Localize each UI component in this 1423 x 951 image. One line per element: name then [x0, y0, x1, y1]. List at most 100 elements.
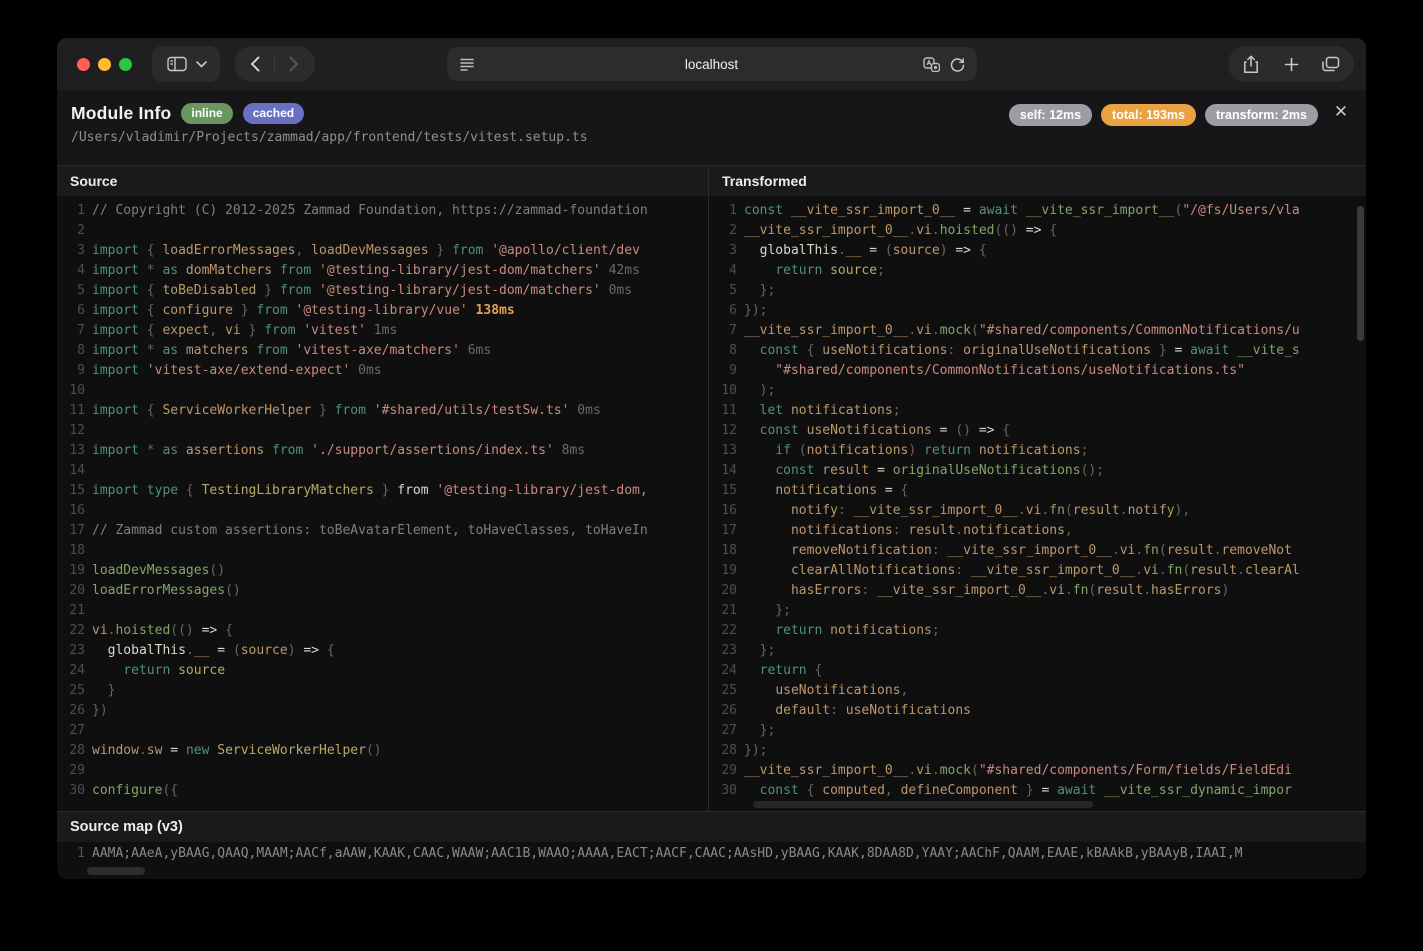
code-line: 6import { configure } from '@testing-lib…	[57, 301, 708, 321]
line-number: 17	[57, 521, 85, 541]
traffic-lights	[77, 58, 132, 71]
tab-overview-icon[interactable]	[1316, 49, 1346, 79]
line-number: 1	[57, 201, 85, 221]
horizontal-scrollbar[interactable]	[753, 801, 1093, 808]
nav-button-group	[234, 46, 315, 82]
code-line: 16	[57, 501, 708, 521]
code-line: 20loadErrorMessages()	[57, 581, 708, 601]
code-line: 26})	[57, 701, 708, 721]
line-number: 3	[709, 241, 737, 261]
code-line: 23 };	[709, 641, 1366, 661]
close-window-button[interactable]	[77, 58, 90, 71]
new-tab-icon[interactable]	[1276, 49, 1306, 79]
code-line: 26 default: useNotifications	[709, 701, 1366, 721]
inline-badge: inline	[181, 103, 232, 124]
line-number: 6	[57, 301, 85, 321]
line-number: 27	[57, 721, 85, 741]
self-time-badge: self: 12ms	[1009, 104, 1092, 126]
line-number: 8	[709, 341, 737, 361]
code-line: 8 const { useNotifications: originalUseN…	[709, 341, 1366, 361]
line-number: 19	[709, 561, 737, 581]
code-line: 17// Zammad custom assertions: toBeAvata…	[57, 521, 708, 541]
line-number: 24	[709, 661, 737, 681]
line-number: 18	[709, 541, 737, 561]
line-number: 10	[709, 381, 737, 401]
line-number: 23	[57, 641, 85, 661]
code-line: 27 };	[709, 721, 1366, 741]
line-number: 23	[709, 641, 737, 661]
code-line: 30configure({	[57, 781, 708, 801]
line-number: 29	[57, 761, 85, 781]
transformed-panel: Transformed 1const __vite_ssr_import_0__…	[709, 166, 1366, 811]
chevron-down-icon[interactable]	[192, 49, 210, 79]
line-number: 10	[57, 381, 85, 401]
window-actions-group	[1228, 46, 1354, 82]
line-number: 21	[57, 601, 85, 621]
code-line: 28window.sw = new ServiceWorkerHelper()	[57, 741, 708, 761]
module-info-header: Module Info inline cached self: 12ms tot…	[57, 90, 1366, 165]
close-icon[interactable]: ✕	[1331, 102, 1351, 122]
line-number: 2	[709, 221, 737, 241]
line-number: 17	[709, 521, 737, 541]
code-line: 23 globalThis.__ = (source) => {	[57, 641, 708, 661]
transform-time-badge: transform: 2ms	[1205, 104, 1318, 126]
code-line: 25 }	[57, 681, 708, 701]
code-line: 12 const useNotifications = () => {	[709, 421, 1366, 441]
code-line: 14 const result = originalUseNotificatio…	[709, 461, 1366, 481]
code-line: 6});	[709, 301, 1366, 321]
code-line: 1// Copyright (C) 2012-2025 Zammad Found…	[57, 201, 708, 221]
code-line: 5 };	[709, 281, 1366, 301]
code-line: 17 notifications: result.notifications,	[709, 521, 1366, 541]
code-line: 19 clearAllNotifications: __vite_ssr_imp…	[709, 561, 1366, 581]
sourcemap-mappings: AAMA;AAeA,yBAAG,QAAQ,MAAM;AACf,aAAW,KAAK…	[92, 846, 1243, 861]
code-line: 13 if (notifications) return notificatio…	[709, 441, 1366, 461]
code-line: 24 return {	[709, 661, 1366, 681]
code-line: 1const __vite_ssr_import_0__ = await __v…	[709, 201, 1366, 221]
code-line: 14	[57, 461, 708, 481]
code-line: 16 notify: __vite_ssr_import_0__.vi.fn(r…	[709, 501, 1366, 521]
source-code[interactable]: 1// Copyright (C) 2012-2025 Zammad Found…	[57, 196, 708, 811]
code-line: 20 hasErrors: __vite_ssr_import_0__.vi.f…	[709, 581, 1366, 601]
code-line: 18	[57, 541, 708, 561]
sourcemap-section: Source map (v3) 1 AAMA;AAeA,yBAAG,QAAQ,M…	[57, 811, 1366, 879]
line-number: 12	[57, 421, 85, 441]
code-line: 3 globalThis.__ = (source) => {	[709, 241, 1366, 261]
forward-button[interactable]	[279, 49, 309, 79]
zoom-window-button[interactable]	[119, 58, 132, 71]
sourcemap-horizontal-scrollbar[interactable]	[87, 867, 145, 875]
nav-separator	[274, 54, 275, 74]
sourcemap-line: 1 AAMA;AAeA,yBAAG,QAAQ,MAAM;AACf,aAAW,KA…	[57, 842, 1366, 864]
line-number: 1	[709, 201, 737, 221]
code-line: 9 "#shared/components/CommonNotification…	[709, 361, 1366, 381]
line-number: 22	[57, 621, 85, 641]
share-icon[interactable]	[1236, 49, 1266, 79]
code-panels: Source 1// Copyright (C) 2012-2025 Zamma…	[57, 165, 1366, 811]
sourcemap-title: Source map (v3)	[57, 812, 1366, 842]
sidebar-icon[interactable]	[162, 49, 192, 79]
sidebar-button-group	[152, 46, 220, 82]
code-line: 11 let notifications;	[709, 401, 1366, 421]
line-number: 9	[709, 361, 737, 381]
code-line: 11import { ServiceWorkerHelper } from '#…	[57, 401, 708, 421]
line-number: 30	[57, 781, 85, 801]
line-number: 28	[709, 741, 737, 761]
extensions-icon[interactable]	[923, 57, 940, 72]
code-line: 10 );	[709, 381, 1366, 401]
reload-icon[interactable]	[950, 57, 965, 72]
code-line: 22vi.hoisted(() => {	[57, 621, 708, 641]
browser-window: localhost	[57, 38, 1366, 879]
code-line: 29	[57, 761, 708, 781]
browser-toolbar: localhost	[57, 38, 1366, 90]
address-bar[interactable]: localhost	[447, 47, 977, 81]
code-line: 27	[57, 721, 708, 741]
line-number: 5	[57, 281, 85, 301]
transformed-code[interactable]: 1const __vite_ssr_import_0__ = await __v…	[709, 196, 1366, 811]
minimize-window-button[interactable]	[98, 58, 111, 71]
module-file-path: /Users/vladimir/Projects/zammad/app/fron…	[71, 130, 1350, 145]
line-number: 7	[709, 321, 737, 341]
vertical-scrollbar[interactable]	[1357, 206, 1364, 341]
source-panel: Source 1// Copyright (C) 2012-2025 Zamma…	[57, 166, 709, 811]
back-button[interactable]	[240, 49, 270, 79]
line-number: 13	[57, 441, 85, 461]
code-line: 22 return notifications;	[709, 621, 1366, 641]
